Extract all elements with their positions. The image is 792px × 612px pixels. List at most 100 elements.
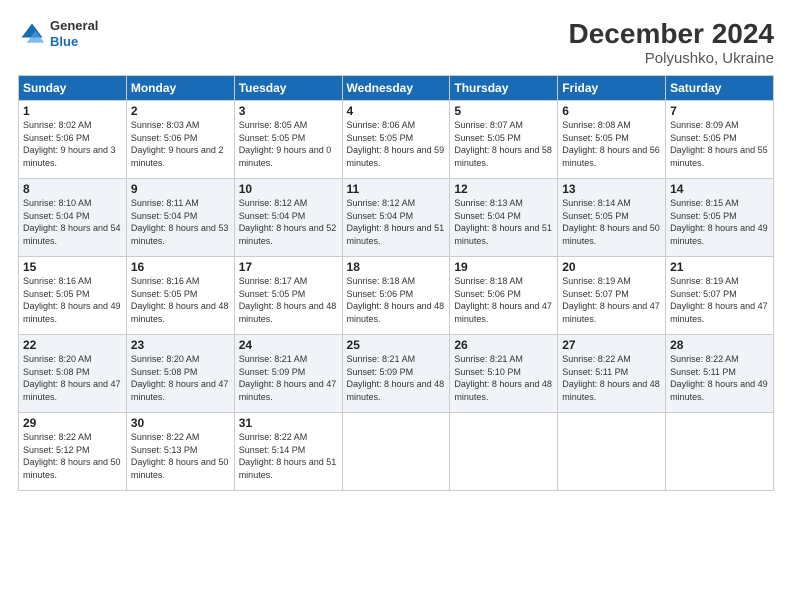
daylight-label: Daylight: 8 hours and 47 minutes.: [562, 301, 660, 324]
sunset-label: Sunset: 5:07 PM: [562, 289, 629, 299]
sunrise-label: Sunrise: 8:16 AM: [23, 276, 92, 286]
daylight-label: Daylight: 8 hours and 47 minutes.: [131, 379, 229, 402]
sunset-label: Sunset: 5:06 PM: [347, 289, 414, 299]
day-number: 26: [454, 338, 553, 352]
calendar-week-row: 8 Sunrise: 8:10 AM Sunset: 5:04 PM Dayli…: [19, 179, 774, 257]
day-number: 22: [23, 338, 122, 352]
calendar-page: General Blue December 2024 Polyushko, Uk…: [0, 0, 792, 612]
sunset-label: Sunset: 5:04 PM: [23, 211, 90, 221]
day-info: Sunrise: 8:15 AM Sunset: 5:05 PM Dayligh…: [670, 197, 769, 247]
sunset-label: Sunset: 5:04 PM: [239, 211, 306, 221]
daylight-label: Daylight: 8 hours and 51 minutes.: [454, 223, 552, 246]
table-row: 29 Sunrise: 8:22 AM Sunset: 5:12 PM Dayl…: [19, 413, 127, 491]
sunset-label: Sunset: 5:14 PM: [239, 445, 306, 455]
calendar-week-row: 15 Sunrise: 8:16 AM Sunset: 5:05 PM Dayl…: [19, 257, 774, 335]
day-info: Sunrise: 8:22 AM Sunset: 5:11 PM Dayligh…: [562, 353, 661, 403]
day-info: Sunrise: 8:20 AM Sunset: 5:08 PM Dayligh…: [23, 353, 122, 403]
day-number: 25: [347, 338, 446, 352]
day-number: 21: [670, 260, 769, 274]
day-info: Sunrise: 8:19 AM Sunset: 5:07 PM Dayligh…: [562, 275, 661, 325]
table-row: [666, 413, 774, 491]
calendar-week-row: 22 Sunrise: 8:20 AM Sunset: 5:08 PM Dayl…: [19, 335, 774, 413]
day-number: 11: [347, 182, 446, 196]
calendar-header-row: Sunday Monday Tuesday Wednesday Thursday…: [19, 76, 774, 101]
day-number: 10: [239, 182, 338, 196]
sunrise-label: Sunrise: 8:22 AM: [131, 432, 200, 442]
table-row: 12 Sunrise: 8:13 AM Sunset: 5:04 PM Dayl…: [450, 179, 558, 257]
sunrise-label: Sunrise: 8:21 AM: [347, 354, 416, 364]
sunset-label: Sunset: 5:09 PM: [347, 367, 414, 377]
day-number: 16: [131, 260, 230, 274]
daylight-label: Daylight: 8 hours and 56 minutes.: [562, 145, 660, 168]
sunrise-label: Sunrise: 8:10 AM: [23, 198, 92, 208]
day-info: Sunrise: 8:14 AM Sunset: 5:05 PM Dayligh…: [562, 197, 661, 247]
day-number: 14: [670, 182, 769, 196]
table-row: 25 Sunrise: 8:21 AM Sunset: 5:09 PM Dayl…: [342, 335, 450, 413]
title-block: December 2024 Polyushko, Ukraine: [569, 18, 774, 67]
sunrise-label: Sunrise: 8:13 AM: [454, 198, 523, 208]
table-row: 15 Sunrise: 8:16 AM Sunset: 5:05 PM Dayl…: [19, 257, 127, 335]
day-info: Sunrise: 8:03 AM Sunset: 5:06 PM Dayligh…: [131, 119, 230, 169]
sunset-label: Sunset: 5:06 PM: [131, 133, 198, 143]
daylight-label: Daylight: 9 hours and 2 minutes.: [131, 145, 224, 168]
day-number: 28: [670, 338, 769, 352]
daylight-label: Daylight: 8 hours and 47 minutes.: [239, 379, 337, 402]
sunrise-label: Sunrise: 8:17 AM: [239, 276, 308, 286]
sunset-label: Sunset: 5:06 PM: [23, 133, 90, 143]
day-number: 6: [562, 104, 661, 118]
table-row: 10 Sunrise: 8:12 AM Sunset: 5:04 PM Dayl…: [234, 179, 342, 257]
sunset-label: Sunset: 5:11 PM: [562, 367, 628, 377]
table-row: 14 Sunrise: 8:15 AM Sunset: 5:05 PM Dayl…: [666, 179, 774, 257]
day-number: 19: [454, 260, 553, 274]
sunrise-label: Sunrise: 8:12 AM: [239, 198, 308, 208]
day-number: 4: [347, 104, 446, 118]
day-number: 15: [23, 260, 122, 274]
day-info: Sunrise: 8:22 AM Sunset: 5:14 PM Dayligh…: [239, 431, 338, 481]
daylight-label: Daylight: 8 hours and 55 minutes.: [670, 145, 768, 168]
day-number: 8: [23, 182, 122, 196]
sunset-label: Sunset: 5:11 PM: [670, 367, 736, 377]
table-row: 23 Sunrise: 8:20 AM Sunset: 5:08 PM Dayl…: [126, 335, 234, 413]
table-row: 27 Sunrise: 8:22 AM Sunset: 5:11 PM Dayl…: [558, 335, 666, 413]
sunrise-label: Sunrise: 8:21 AM: [239, 354, 308, 364]
day-info: Sunrise: 8:02 AM Sunset: 5:06 PM Dayligh…: [23, 119, 122, 169]
calendar-week-row: 1 Sunrise: 8:02 AM Sunset: 5:06 PM Dayli…: [19, 101, 774, 179]
daylight-label: Daylight: 8 hours and 47 minutes.: [454, 301, 552, 324]
day-info: Sunrise: 8:21 AM Sunset: 5:09 PM Dayligh…: [347, 353, 446, 403]
table-row: 9 Sunrise: 8:11 AM Sunset: 5:04 PM Dayli…: [126, 179, 234, 257]
table-row: 31 Sunrise: 8:22 AM Sunset: 5:14 PM Dayl…: [234, 413, 342, 491]
table-row: 16 Sunrise: 8:16 AM Sunset: 5:05 PM Dayl…: [126, 257, 234, 335]
day-number: 29: [23, 416, 122, 430]
day-info: Sunrise: 8:20 AM Sunset: 5:08 PM Dayligh…: [131, 353, 230, 403]
sunset-label: Sunset: 5:12 PM: [23, 445, 90, 455]
sunset-label: Sunset: 5:05 PM: [23, 289, 90, 299]
daylight-label: Daylight: 8 hours and 49 minutes.: [670, 223, 768, 246]
sunrise-label: Sunrise: 8:19 AM: [670, 276, 739, 286]
table-row: 2 Sunrise: 8:03 AM Sunset: 5:06 PM Dayli…: [126, 101, 234, 179]
day-number: 2: [131, 104, 230, 118]
sunset-label: Sunset: 5:05 PM: [454, 133, 521, 143]
sunset-label: Sunset: 5:13 PM: [131, 445, 198, 455]
sunset-label: Sunset: 5:10 PM: [454, 367, 521, 377]
sunrise-label: Sunrise: 8:08 AM: [562, 120, 631, 130]
sunset-label: Sunset: 5:05 PM: [239, 133, 306, 143]
daylight-label: Daylight: 8 hours and 48 minutes.: [562, 379, 660, 402]
sunset-label: Sunset: 5:05 PM: [347, 133, 414, 143]
header: General Blue December 2024 Polyushko, Uk…: [18, 18, 774, 67]
sunrise-label: Sunrise: 8:16 AM: [131, 276, 200, 286]
table-row: 4 Sunrise: 8:06 AM Sunset: 5:05 PM Dayli…: [342, 101, 450, 179]
day-number: 1: [23, 104, 122, 118]
day-info: Sunrise: 8:18 AM Sunset: 5:06 PM Dayligh…: [454, 275, 553, 325]
sunrise-label: Sunrise: 8:06 AM: [347, 120, 416, 130]
sunset-label: Sunset: 5:04 PM: [347, 211, 414, 221]
day-info: Sunrise: 8:05 AM Sunset: 5:05 PM Dayligh…: [239, 119, 338, 169]
sunrise-label: Sunrise: 8:18 AM: [454, 276, 523, 286]
daylight-label: Daylight: 8 hours and 58 minutes.: [454, 145, 552, 168]
table-row: [450, 413, 558, 491]
day-info: Sunrise: 8:16 AM Sunset: 5:05 PM Dayligh…: [131, 275, 230, 325]
logo-general-text: General: [50, 18, 98, 33]
table-row: 6 Sunrise: 8:08 AM Sunset: 5:05 PM Dayli…: [558, 101, 666, 179]
sunset-label: Sunset: 5:05 PM: [562, 133, 629, 143]
day-info: Sunrise: 8:21 AM Sunset: 5:09 PM Dayligh…: [239, 353, 338, 403]
table-row: 18 Sunrise: 8:18 AM Sunset: 5:06 PM Dayl…: [342, 257, 450, 335]
